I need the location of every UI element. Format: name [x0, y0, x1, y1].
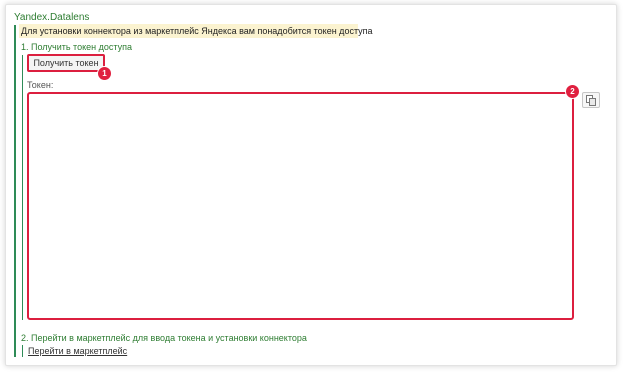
step-2-divider	[22, 345, 23, 357]
info-notice: Для установки коннектора из маркетплейс …	[19, 24, 373, 38]
token-label: Токен:	[27, 80, 54, 90]
copy-icon	[586, 95, 596, 106]
token-textarea[interactable]	[27, 92, 574, 320]
open-marketplace-link[interactable]: Перейти в маркетплейс	[28, 346, 127, 356]
step-2-title: 2. Перейти в маркетплейс для ввода токен…	[21, 333, 307, 343]
group-divider	[14, 25, 16, 357]
copy-button[interactable]	[582, 92, 600, 108]
callout-marker-2: 2	[565, 84, 580, 99]
callout-marker-1: 1	[97, 66, 112, 81]
step-1-divider	[22, 55, 23, 320]
get-token-button[interactable]: Получить токен	[27, 54, 105, 72]
step-1-title: 1. Получить токен доступа	[21, 42, 132, 52]
group-title: Yandex.Datalens	[14, 12, 90, 23]
